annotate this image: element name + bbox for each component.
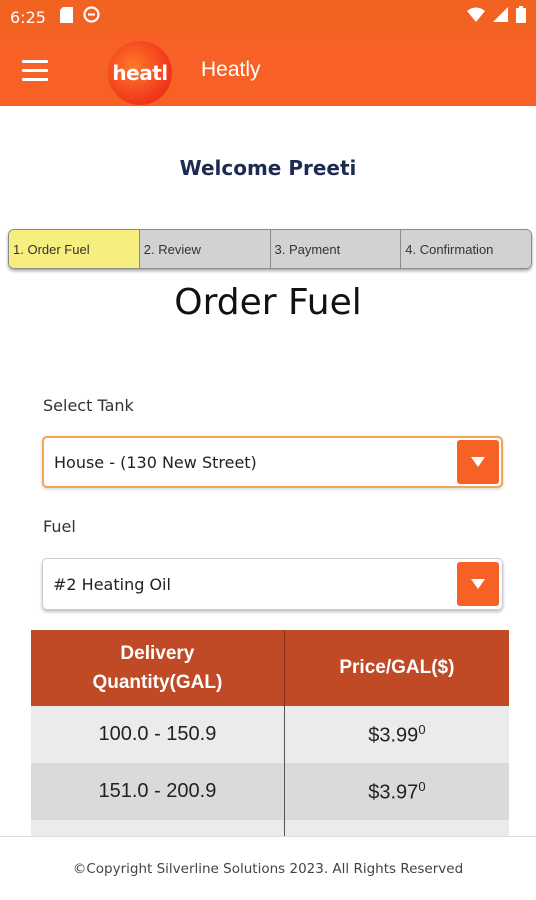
price-cell: $3.990 bbox=[284, 706, 509, 763]
quantity-range: 100.0 - 150.9 bbox=[31, 706, 285, 763]
tank-label: Select Tank bbox=[43, 396, 134, 415]
page-title: Order Fuel bbox=[174, 282, 362, 323]
quantity-range: 151.0 - 200.9 bbox=[31, 763, 285, 820]
battery-icon bbox=[516, 6, 526, 28]
fuel-label: Fuel bbox=[43, 517, 76, 536]
header-price-per-gal: Price/GAL($) bbox=[284, 630, 509, 706]
fuel-select-value: #2 Heating Oil bbox=[53, 574, 171, 594]
app-title: Heatly bbox=[201, 58, 261, 81]
sd-card-icon bbox=[59, 6, 73, 28]
tank-select[interactable]: House - (130 New Street) bbox=[42, 436, 503, 488]
fuel-dropdown-button[interactable] bbox=[457, 562, 499, 606]
footer-copyright: ©Copyright Silverline Solutions 2023. Al… bbox=[0, 836, 536, 900]
header-delivery-line2: Quantity(GAL) bbox=[92, 672, 223, 693]
order-steps: 1. Order Fuel 2. Review 3. Payment 4. Co… bbox=[8, 229, 532, 269]
price-table: Delivery Quantity(GAL) Price/GAL($) 100.… bbox=[31, 630, 509, 838]
app-bar: heatl Heatly bbox=[0, 34, 536, 106]
menu-button[interactable] bbox=[0, 34, 70, 106]
hamburger-menu-icon bbox=[22, 57, 48, 84]
price-cell: $3.970 bbox=[284, 763, 509, 820]
tank-dropdown-button[interactable] bbox=[457, 440, 499, 484]
status-bar: 6:25 bbox=[0, 0, 536, 34]
price-value: $3.97 bbox=[368, 781, 419, 804]
chevron-down-icon bbox=[471, 579, 485, 589]
header-delivery-quantity: Delivery Quantity(GAL) bbox=[31, 630, 285, 706]
step-confirmation[interactable]: 4. Confirmation bbox=[401, 230, 531, 268]
status-time: 6:25 bbox=[10, 7, 46, 27]
table-row: 100.0 - 150.9 $3.990 bbox=[31, 706, 509, 763]
tank-select-value: House - (130 New Street) bbox=[54, 452, 257, 472]
step-payment[interactable]: 3. Payment bbox=[270, 230, 402, 268]
price-value: $3.99 bbox=[368, 724, 419, 747]
price-superscript: 0 bbox=[418, 721, 426, 737]
welcome-message: Welcome Preeti bbox=[179, 156, 357, 180]
header-delivery-line1: Delivery bbox=[120, 642, 195, 664]
signal-icon bbox=[493, 7, 508, 27]
step-order-fuel[interactable]: 1. Order Fuel bbox=[9, 230, 140, 268]
fuel-select[interactable]: #2 Heating Oil bbox=[42, 558, 503, 610]
step-review[interactable]: 2. Review bbox=[139, 230, 271, 268]
heatly-logo: heatl bbox=[108, 41, 172, 105]
price-superscript: 0 bbox=[418, 778, 426, 794]
do-not-disturb-icon bbox=[83, 6, 100, 28]
table-header-row: Delivery Quantity(GAL) Price/GAL($) bbox=[31, 630, 509, 706]
chevron-down-icon bbox=[471, 457, 485, 467]
wifi-icon bbox=[467, 7, 485, 27]
table-row: 151.0 - 200.9 $3.970 bbox=[31, 763, 509, 820]
logo-text: heatl bbox=[112, 61, 168, 85]
